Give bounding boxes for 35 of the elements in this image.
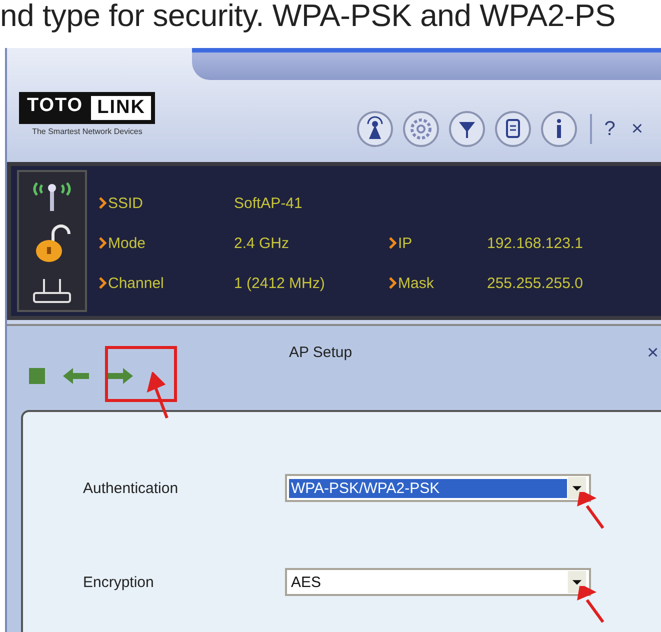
chevron-icon [389,277,397,289]
close-button[interactable]: × [647,342,659,365]
field-label: Authentication [83,480,180,496]
funnel-icon[interactable] [448,110,486,148]
panel-title: AP Setup [289,344,352,361]
logo: TOTO LINK [19,92,156,124]
pointer-arrow-icon [577,586,607,626]
info-label: Mask [398,274,434,292]
info-value: 2.4 GHz [234,234,290,252]
info-label: SSID [108,194,144,212]
dropdown-field[interactable]: AES [285,568,591,596]
dropdown-field[interactable]: WPA-PSK/WPA2-PSK [285,474,591,502]
field-label: Encryption [83,574,155,590]
chevron-icon [99,277,107,289]
info-label: Channel [108,274,164,292]
info-label: IP [398,234,412,252]
info-label: Mode [108,234,146,252]
info-value: SoftAP-41 [234,194,304,212]
info-value: 192.168.123.1 [487,234,584,252]
document-text: nd type for security. WPA-PSK and WPA2-PS [0,0,616,35]
chevron-icon [389,237,397,249]
close-button[interactable]: × [627,118,647,140]
chevron-icon [99,197,107,209]
highlight-box [105,346,177,402]
antenna-icon[interactable] [356,110,394,148]
forward-arrow-icon[interactable] [105,366,135,386]
chevron-icon [99,237,107,249]
info-value: 1 (2412 MHz) [234,274,326,292]
document-icon[interactable] [494,110,532,148]
pointer-arrow-icon [577,492,607,532]
info-icon[interactable] [540,110,578,148]
help-button[interactable]: ? [600,118,620,140]
info-value: 255.255.255.0 [487,274,584,292]
settings-icon[interactable] [402,110,440,148]
logo-tagline: The Smartest Network Devices [32,127,142,136]
